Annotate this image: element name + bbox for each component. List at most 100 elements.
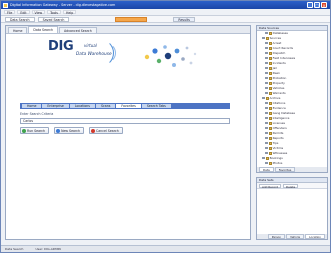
data-sets-toolbar: Add Record Delete	[257, 183, 327, 189]
expand-icon[interactable]	[265, 131, 268, 135]
folder-icon	[268, 126, 272, 130]
delete-record-button[interactable]: Delete	[282, 183, 299, 189]
data-search-button[interactable]: Data Search	[5, 16, 35, 22]
tab-data[interactable]: Data	[259, 167, 274, 172]
data-sets-panel: Data Sets Add Record Delete Person Vehic…	[256, 177, 328, 240]
tree-item-label: Tips	[272, 141, 279, 145]
menu-edit[interactable]: Edit	[17, 10, 30, 15]
tab-person[interactable]: Person	[267, 234, 286, 239]
folder-icon	[268, 76, 272, 80]
menu-tools[interactable]: Tools	[47, 10, 61, 15]
tab-vehicle[interactable]: Vehicle	[286, 234, 305, 239]
expand-icon[interactable]	[265, 106, 268, 110]
new-search-button[interactable]: New Search	[54, 127, 84, 134]
minimize-button[interactable]: _	[307, 2, 313, 8]
folder-icon	[268, 91, 272, 95]
menu-bar: File Edit View Tools Help	[1, 9, 330, 16]
tree-item-label: Offenders	[272, 126, 287, 130]
folder-icon	[268, 56, 272, 60]
expand-icon[interactable]	[265, 86, 268, 90]
folder-icon	[268, 161, 272, 165]
run-search-label: Run Search	[27, 128, 46, 133]
expand-icon[interactable]	[265, 76, 268, 80]
maximize-button[interactable]: □	[314, 2, 320, 8]
expand-icon[interactable]	[265, 56, 268, 60]
tree-item-label: Photos	[272, 161, 283, 165]
folder-icon	[268, 151, 272, 155]
section-tab-search-tabs[interactable]: Search Tabs	[141, 104, 171, 108]
expand-icon[interactable]	[265, 66, 268, 70]
tree-item-label: Jail	[272, 66, 277, 70]
section-tabs: Home Enterprise Locations Scans Favorite…	[20, 103, 230, 109]
expand-icon[interactable]	[265, 111, 268, 115]
expand-icon[interactable]	[262, 36, 265, 40]
section-tab-favorites[interactable]: Favorites	[116, 104, 141, 108]
expand-icon[interactable]	[265, 101, 268, 105]
expand-icon[interactable]	[265, 116, 268, 120]
status-right: User: DIG-ADMIN	[35, 247, 61, 251]
search-criteria-label: Enter Search Criteria	[20, 112, 54, 116]
data-sources-tabs: Data Favorites	[257, 167, 327, 172]
run-search-button[interactable]: Run Search	[20, 127, 50, 134]
folder-icon	[268, 66, 272, 70]
highlight-button[interactable]	[115, 16, 148, 22]
expand-icon[interactable]	[265, 81, 268, 85]
tab-advanced-search[interactable]: Advanced Search	[59, 27, 97, 33]
expand-icon[interactable]	[262, 96, 265, 100]
add-record-button[interactable]: Add Record	[259, 183, 281, 189]
expand-icon[interactable]	[265, 136, 268, 140]
tree-item-label: Gang Database	[272, 111, 295, 115]
expand-icon[interactable]	[265, 91, 268, 95]
data-sources-tree: Databases Sources Arrest Court Records Dispa…	[257, 31, 327, 172]
tree-item-label: Warrants	[272, 91, 286, 95]
window-title: Digital Information Gateway - Server - d…	[10, 3, 116, 7]
tab-location[interactable]: Location	[305, 234, 325, 239]
tree-item-label: Arrest	[272, 41, 282, 45]
tree-item-label: Intelligence	[272, 116, 290, 120]
section-tab-enterprise[interactable]: Enterprise	[42, 104, 69, 108]
expand-icon[interactable]	[265, 41, 268, 45]
main-content: Home Data Search Advanced Search DIG vir…	[5, 25, 251, 240]
tree-item-label: Citations	[272, 101, 286, 105]
folder-icon	[265, 36, 269, 40]
menu-help[interactable]: Help	[62, 10, 77, 15]
expand-icon[interactable]	[265, 31, 268, 35]
tree-item-label: Reports	[272, 136, 284, 140]
tree-item-label: Field Interviews	[272, 56, 296, 60]
close-button[interactable]: ×	[321, 2, 327, 8]
folder-icon	[268, 46, 272, 50]
expand-icon[interactable]	[262, 156, 265, 160]
expand-icon[interactable]	[265, 141, 268, 145]
title-bar: Digital Information Gateway - Server - d…	[1, 1, 330, 9]
expand-icon[interactable]	[265, 51, 268, 55]
tree-item-label: Pawn	[272, 71, 281, 75]
expand-icon[interactable]	[265, 161, 268, 165]
section-tab-scans[interactable]: Scans	[95, 104, 116, 108]
tab-favorites-panel[interactable]: Favorites	[274, 167, 296, 172]
section-tab-locations[interactable]: Locations	[69, 104, 95, 108]
tab-data-search[interactable]: Data Search	[28, 26, 58, 33]
expand-icon[interactable]	[265, 61, 268, 65]
expand-icon[interactable]	[265, 121, 268, 125]
data-sets-tabs: Person Vehicle Location	[257, 234, 327, 239]
folder-icon	[265, 156, 269, 160]
results-button[interactable]: Results	[173, 16, 195, 22]
expand-icon[interactable]	[265, 71, 268, 75]
saved-search-button[interactable]: Saved Search	[37, 16, 70, 22]
cancel-search-button[interactable]: Cancel Search	[89, 127, 123, 134]
folder-icon	[265, 96, 269, 100]
tree-item-label: Witnesses	[272, 151, 288, 155]
tab-home[interactable]: Home	[8, 27, 28, 33]
expand-icon[interactable]	[265, 151, 268, 155]
folder-icon	[268, 81, 272, 85]
section-tab-home[interactable]: Home	[22, 104, 42, 108]
network-dots-icon	[144, 45, 197, 67]
expand-icon[interactable]	[265, 126, 268, 130]
search-input[interactable]: Carlos	[20, 118, 230, 124]
tree-item-label: Court Records	[272, 46, 293, 50]
expand-icon[interactable]	[265, 46, 268, 50]
logo-title: DIG	[48, 39, 74, 54]
menu-view[interactable]: View	[31, 10, 46, 15]
expand-icon[interactable]	[265, 146, 268, 150]
menu-file[interactable]: File	[4, 10, 16, 15]
